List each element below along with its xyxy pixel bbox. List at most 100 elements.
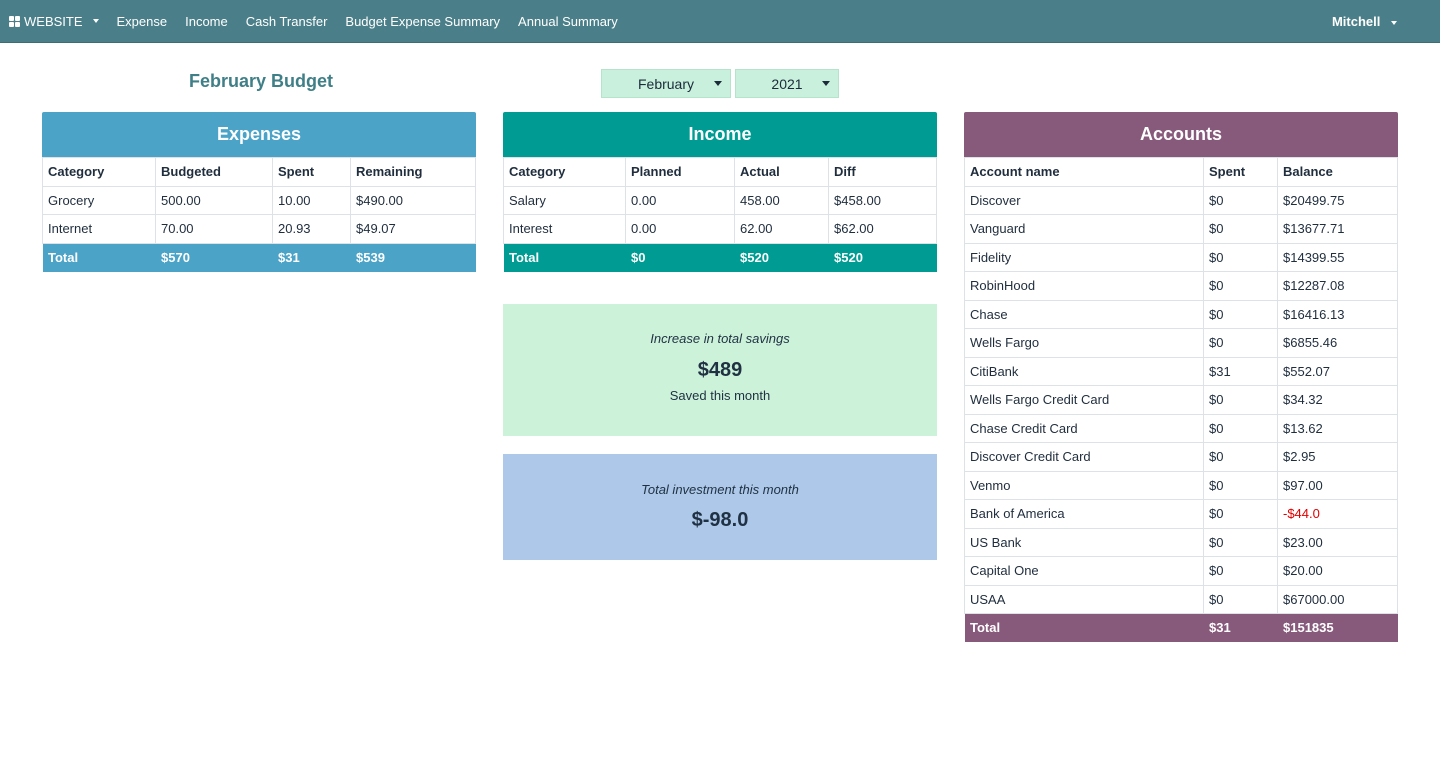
table-cell: Interest <box>503 214 626 244</box>
table-cell: $0 <box>1203 385 1278 415</box>
column-header: Budgeted <box>155 157 273 187</box>
table-row[interactable]: Fidelity $0 $14399.55 <box>964 242 1398 272</box>
total-row: Total $570 $31 $539 <box>42 243 476 272</box>
table-cell: US Bank <box>964 527 1204 557</box>
nav-annual-summary[interactable]: Annual Summary <box>518 14 618 29</box>
table-row[interactable]: Discover $0 $20499.75 <box>964 185 1398 215</box>
table-cell: Discover Credit Card <box>964 442 1204 472</box>
top-navbar: WEBSITE Expense Income Cash Transfer Bud… <box>0 0 1440 43</box>
year-select[interactable]: 2021 <box>735 69 839 98</box>
table-cell: Grocery <box>42 185 156 215</box>
month-select[interactable]: February <box>601 69 731 98</box>
page-title: February Budget <box>189 71 334 91</box>
table-cell: $97.00 <box>1277 470 1398 500</box>
table-row[interactable]: Grocery 500.00 10.00 $490.00 <box>42 185 476 215</box>
accounts-panel: Accounts Account name Spent Balance Disc… <box>964 112 1398 643</box>
table-cell: USAA <box>964 584 1204 614</box>
table-cell: 70.00 <box>155 214 273 244</box>
table-row[interactable]: Wells Fargo $0 $6855.46 <box>964 328 1398 358</box>
table-cell: RobinHood <box>964 271 1204 301</box>
income-table: Category Planned Actual Diff Salary 0.00… <box>503 157 937 272</box>
user-menu[interactable]: Mitchell <box>1332 14 1397 29</box>
table-cell: $490.00 <box>350 185 476 215</box>
table-row[interactable]: Discover Credit Card $0 $2.95 <box>964 442 1398 472</box>
table-row[interactable]: CitiBank $31 $552.07 <box>964 356 1398 386</box>
table-cell: $23.00 <box>1277 527 1398 557</box>
table-row[interactable]: Interest 0.00 62.00 $62.00 <box>503 214 937 244</box>
table-row[interactable]: RobinHood $0 $12287.08 <box>964 271 1398 301</box>
table-cell: Wells Fargo <box>964 328 1204 358</box>
table-row[interactable]: Chase Credit Card $0 $13.62 <box>964 413 1398 443</box>
dropdown-arrow-icon <box>822 81 830 86</box>
table-cell: $0 <box>1203 470 1278 500</box>
table-cell: $0 <box>1203 242 1278 272</box>
table-cell: $0 <box>1203 499 1278 529</box>
table-cell: Wells Fargo Credit Card <box>964 385 1204 415</box>
table-cell: $31 <box>1203 356 1278 386</box>
total-cell: $570 <box>155 243 273 272</box>
nav-income[interactable]: Income <box>185 14 228 29</box>
savings-label: Increase in total savings <box>650 331 790 346</box>
column-header: Remaining <box>350 157 476 187</box>
table-cell: $6855.46 <box>1277 328 1398 358</box>
table-cell: Fidelity <box>964 242 1204 272</box>
income-panel: Income Category Planned Actual Diff Sala… <box>503 112 937 272</box>
total-cell: Total <box>503 243 626 272</box>
table-cell: Bank of America <box>964 499 1204 529</box>
table-row[interactable]: Chase $0 $16416.13 <box>964 299 1398 329</box>
table-row[interactable]: USAA $0 $67000.00 <box>964 584 1398 614</box>
accounts-header: Accounts <box>964 112 1398 157</box>
table-cell: 500.00 <box>155 185 273 215</box>
table-row[interactable]: Vanguard $0 $13677.71 <box>964 214 1398 244</box>
column-header: Category <box>503 157 626 187</box>
table-cell: $458.00 <box>828 185 937 215</box>
table-cell: $0 <box>1203 214 1278 244</box>
investment-amount: $-98.0 <box>691 509 749 531</box>
nav-expense[interactable]: Expense <box>117 14 168 29</box>
total-cell: $520 <box>828 243 937 272</box>
dropdown-arrow-icon <box>714 81 722 86</box>
total-cell: $151835 <box>1277 613 1398 642</box>
table-header-row: Category Planned Actual Diff <box>503 157 937 187</box>
table-cell: $0 <box>1203 442 1278 472</box>
table-cell: 62.00 <box>734 214 829 244</box>
column-header: Balance <box>1277 157 1398 187</box>
table-row[interactable]: Internet 70.00 20.93 $49.07 <box>42 214 476 244</box>
user-name: Mitchell <box>1331 14 1381 29</box>
apps-menu-toggle[interactable]: WEBSITE <box>9 14 99 29</box>
total-cell: $539 <box>350 243 476 272</box>
column-header: Planned <box>625 157 735 187</box>
table-cell: $2.95 <box>1277 442 1398 472</box>
accounts-table: Account name Spent Balance Discover $0 $20… <box>964 157 1398 643</box>
table-row[interactable]: Wells Fargo Credit Card $0 $34.32 <box>964 385 1398 415</box>
table-cell: $0 <box>1203 584 1278 614</box>
column-header: Spent <box>1203 157 1278 187</box>
column-header: Category <box>42 157 156 187</box>
table-cell: Chase Credit Card <box>964 413 1204 443</box>
table-header-row: Account name Spent Balance <box>964 157 1398 187</box>
table-cell: CitiBank <box>964 356 1204 386</box>
table-row[interactable]: Capital One $0 $20.00 <box>964 556 1398 586</box>
table-cell: 458.00 <box>734 185 829 215</box>
table-cell: Vanguard <box>964 214 1204 244</box>
table-cell: $12287.08 <box>1277 271 1398 301</box>
table-cell: -$44.0 <box>1277 499 1398 529</box>
total-cell: Total <box>964 613 1204 642</box>
investment-label: Total investment this month <box>641 482 799 497</box>
table-cell: $552.07 <box>1277 356 1398 386</box>
table-row[interactable]: Venmo $0 $97.00 <box>964 470 1398 500</box>
table-row[interactable]: Bank of America $0 -$44.0 <box>964 499 1398 529</box>
year-select-value: 2021 <box>771 75 803 92</box>
table-row[interactable]: Salary 0.00 458.00 $458.00 <box>503 185 937 215</box>
table-cell: $0 <box>1203 271 1278 301</box>
table-cell: Chase <box>964 299 1204 329</box>
nav-budget-expense-summary[interactable]: Budget Expense Summary <box>345 14 500 29</box>
table-cell: 0.00 <box>625 214 735 244</box>
savings-subtext: Saved this month <box>669 388 771 403</box>
nav-cash-transfer[interactable]: Cash Transfer <box>246 14 328 29</box>
table-row[interactable]: US Bank $0 $23.00 <box>964 527 1398 557</box>
table-cell: 10.00 <box>272 185 351 215</box>
table-cell: $14399.55 <box>1277 242 1398 272</box>
table-cell: $34.32 <box>1277 385 1398 415</box>
table-cell: Capital One <box>964 556 1204 586</box>
